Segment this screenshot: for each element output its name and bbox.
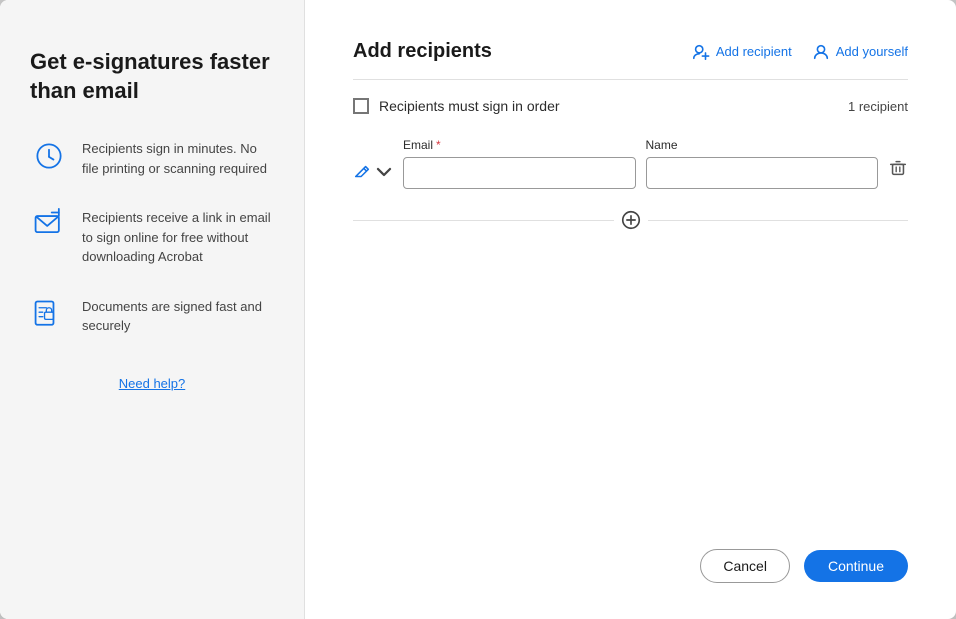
divider-line-left — [353, 220, 614, 221]
pen-icon — [353, 163, 371, 181]
dialog: Get e-signatures faster than email Recip… — [0, 0, 956, 619]
feature-text-email-link: Recipients receive a link in email to si… — [82, 206, 274, 267]
feature-item-email-link: Recipients receive a link in email to si… — [30, 206, 274, 267]
feature-text-secure: Documents are signed fast and securely — [82, 295, 274, 336]
add-recipient-label: Add recipient — [716, 44, 792, 59]
right-panel: Add recipients Add recipient — [305, 0, 956, 619]
recipient-count: 1 recipient — [848, 99, 908, 114]
chevron-down-icon — [375, 163, 393, 181]
name-field-group: Name — [646, 138, 879, 189]
add-more-divider — [353, 209, 908, 231]
need-help-link[interactable]: Need help? — [30, 376, 274, 391]
email-input[interactable] — [403, 157, 636, 189]
plus-circle-icon — [620, 209, 642, 231]
add-yourself-icon — [812, 43, 830, 61]
add-recipient-button[interactable]: Add recipient — [692, 43, 792, 61]
email-required-star: * — [436, 138, 441, 152]
divider-line-right — [648, 220, 909, 221]
sign-order-label: Recipients must sign in order — [379, 98, 560, 114]
clock-icon — [30, 137, 68, 175]
header-actions: Add recipient Add yourself — [692, 43, 908, 61]
delete-recipient-button[interactable] — [888, 158, 908, 189]
left-panel: Get e-signatures faster than email Recip… — [0, 0, 305, 619]
recipient-row: Email * Name — [353, 138, 908, 189]
left-panel-title: Get e-signatures faster than email — [30, 48, 274, 105]
header-divider — [353, 79, 908, 80]
continue-button[interactable]: Continue — [804, 550, 908, 582]
name-input[interactable] — [646, 157, 879, 189]
panel-title: Add recipients — [353, 40, 492, 63]
add-yourself-button[interactable]: Add yourself — [812, 43, 908, 61]
order-left: Recipients must sign in order — [353, 98, 560, 114]
footer: Cancel Continue — [353, 533, 908, 583]
sign-order-checkbox[interactable] — [353, 98, 369, 114]
panel-header: Add recipients Add recipient — [353, 40, 908, 63]
feature-item-secure: Documents are signed fast and securely — [30, 295, 274, 336]
trash-icon — [888, 158, 908, 178]
secure-doc-icon — [30, 295, 68, 333]
cancel-button[interactable]: Cancel — [700, 549, 790, 583]
role-dropdown-button[interactable] — [353, 163, 393, 189]
order-row: Recipients must sign in order 1 recipien… — [353, 98, 908, 114]
email-field-group: Email * — [403, 138, 636, 189]
feature-text-minutes: Recipients sign in minutes. No file prin… — [82, 137, 274, 178]
email-label: Email * — [403, 138, 636, 152]
feature-list: Recipients sign in minutes. No file prin… — [30, 137, 274, 336]
add-more-recipients-button[interactable] — [614, 209, 648, 231]
add-yourself-label: Add yourself — [836, 44, 908, 59]
add-recipient-icon — [692, 43, 710, 61]
feature-item-minutes: Recipients sign in minutes. No file prin… — [30, 137, 274, 178]
envelope-icon — [30, 206, 68, 244]
name-label: Name — [646, 138, 879, 152]
